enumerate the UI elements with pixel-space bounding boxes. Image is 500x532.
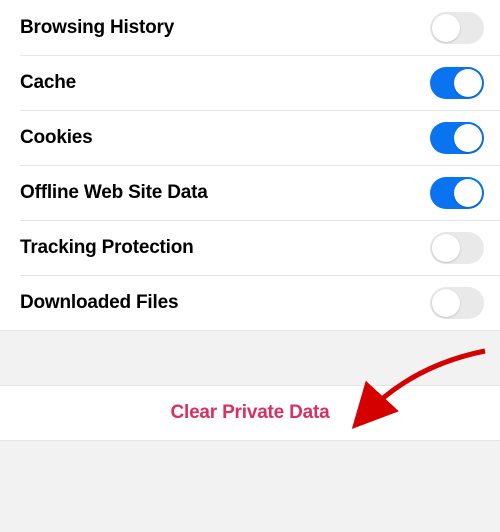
- toggle-knob-icon: [432, 234, 460, 262]
- row-offline-data: Offline Web Site Data: [0, 165, 500, 220]
- label-cache: Cache: [20, 72, 76, 94]
- toggle-tracking-protection[interactable]: [430, 232, 484, 264]
- clear-private-data-button[interactable]: Clear Private Data: [0, 386, 500, 441]
- label-downloaded-files: Downloaded Files: [20, 292, 178, 314]
- row-downloaded-files: Downloaded Files: [0, 275, 500, 330]
- toggle-knob-icon: [454, 179, 482, 207]
- label-browsing-history: Browsing History: [20, 17, 174, 39]
- toggle-downloaded-files[interactable]: [430, 287, 484, 319]
- row-cache: Cache: [0, 55, 500, 110]
- section-gap: [0, 330, 500, 386]
- clear-private-data-label: Clear Private Data: [170, 402, 329, 424]
- toggle-offline-data[interactable]: [430, 177, 484, 209]
- toggle-cache[interactable]: [430, 67, 484, 99]
- toggle-knob-icon: [454, 124, 482, 152]
- row-cookies: Cookies: [0, 110, 500, 165]
- toggle-browsing-history[interactable]: [430, 12, 484, 44]
- toggle-knob-icon: [432, 289, 460, 317]
- toggle-knob-icon: [432, 14, 460, 42]
- label-offline-data: Offline Web Site Data: [20, 182, 208, 204]
- row-browsing-history: Browsing History: [0, 0, 500, 55]
- toggle-cookies[interactable]: [430, 122, 484, 154]
- label-cookies: Cookies: [20, 127, 93, 149]
- label-tracking-protection: Tracking Protection: [20, 237, 194, 259]
- toggle-knob-icon: [454, 69, 482, 97]
- settings-list: Browsing History Cache Cookies Offline W…: [0, 0, 500, 330]
- row-tracking-protection: Tracking Protection: [0, 220, 500, 275]
